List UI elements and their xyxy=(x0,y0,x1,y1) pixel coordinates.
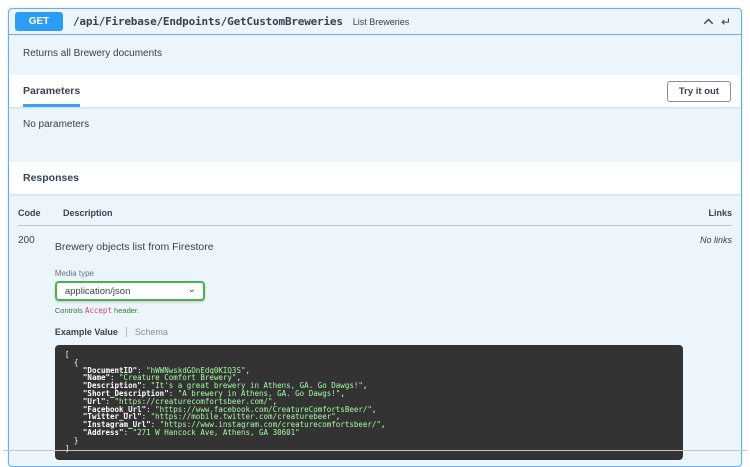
responses-table: Code Description Links 200 Brewery objec… xyxy=(9,194,741,466)
example-json[interactable]: [ { "DocumentID": "hWWNwskdGOnEdq0KIQ3S"… xyxy=(55,345,683,460)
return-arrow-icon[interactable]: ↵ xyxy=(721,16,731,28)
response-code: 200 xyxy=(18,233,55,460)
example-schema-tabs: Example Value Schema xyxy=(55,327,683,337)
response-description-cell: Brewery objects list from Firestore Medi… xyxy=(55,233,683,460)
chevron-down-icon: ⌄ xyxy=(187,284,195,295)
response-links: No links xyxy=(683,233,732,460)
header-icons: ↵ xyxy=(702,15,731,28)
media-type-label: Media type xyxy=(55,269,683,278)
tab-example-value[interactable]: Example Value xyxy=(55,327,126,337)
column-header-links: Links xyxy=(672,208,732,218)
tab-parameters[interactable]: Parameters xyxy=(23,75,80,107)
spacer xyxy=(9,152,741,162)
no-parameters-message: No parameters xyxy=(9,107,741,152)
operation-description: Returns all Brewery documents xyxy=(9,35,741,75)
accept-header-code: Accept xyxy=(85,306,112,315)
media-type-select[interactable]: application/json ⌄ xyxy=(55,281,205,301)
try-it-out-button[interactable]: Try it out xyxy=(667,81,731,102)
endpoint-summary: List Breweries xyxy=(353,17,410,27)
table-row: 200 Brewery objects list from Firestore … xyxy=(18,226,732,460)
column-header-code: Code xyxy=(18,208,63,218)
response-description: Brewery objects list from Firestore xyxy=(55,233,683,269)
media-type-selected-value: application/json xyxy=(65,286,131,297)
operation-summary-header[interactable]: GET /api/Firebase/Endpoints/GetCustomBre… xyxy=(9,9,741,35)
responses-section-header: Responses xyxy=(9,162,741,194)
operation-block: GET /api/Firebase/Endpoints/GetCustomBre… xyxy=(8,8,742,467)
parameters-section-header: Parameters Try it out xyxy=(9,75,741,107)
controls-accept-note: Controls Accept header. xyxy=(55,306,683,315)
section-divider xyxy=(3,450,747,451)
column-header-description: Description xyxy=(63,208,672,218)
endpoint-path[interactable]: /api/Firebase/Endpoints/GetCustomBreweri… xyxy=(73,15,343,28)
tab-schema[interactable]: Schema xyxy=(127,327,176,337)
responses-table-header: Code Description Links xyxy=(18,202,732,226)
http-method-badge: GET xyxy=(15,12,63,31)
chevron-up-icon[interactable] xyxy=(702,15,715,28)
responses-title: Responses xyxy=(23,162,79,194)
